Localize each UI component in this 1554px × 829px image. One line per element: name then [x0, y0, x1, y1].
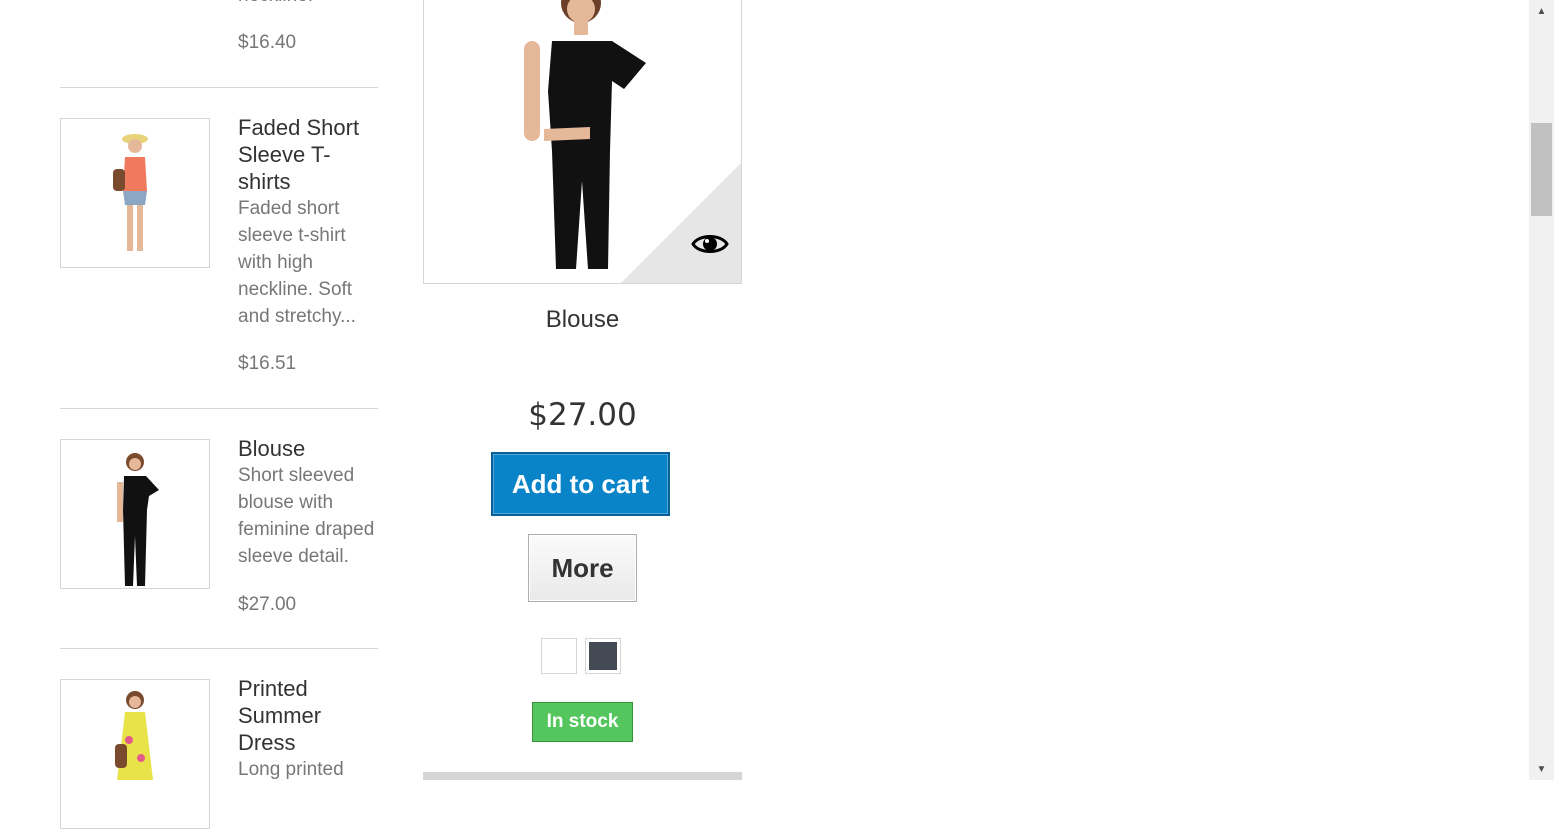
color-swatch-white[interactable]: [541, 638, 577, 674]
image-corner: [621, 163, 741, 283]
product-price: $27.00: [528, 397, 637, 433]
product-name-link[interactable]: Blouse: [238, 435, 378, 462]
scrollbar-thumb[interactable]: [1531, 123, 1552, 216]
card-bottom-bar: [423, 772, 742, 780]
more-button[interactable]: More: [528, 534, 637, 602]
swatch-fill: [545, 642, 573, 670]
product-price: $27.00: [238, 594, 297, 615]
vertical-scrollbar[interactable]: ▲ ▼: [1529, 0, 1554, 780]
divider: [60, 87, 378, 88]
product-title[interactable]: Blouse: [423, 306, 742, 334]
product-price: $16.51: [238, 353, 297, 374]
product-description: neckline.: [238, 0, 378, 9]
product-name-link[interactable]: Printed Summer Dress: [238, 675, 378, 756]
product-name-link[interactable]: Faded Short Sleeve T-shirts: [238, 114, 378, 195]
product-price: $16.40: [238, 32, 297, 53]
stock-badge: In stock: [532, 702, 633, 742]
color-swatch-dark[interactable]: [585, 638, 621, 674]
swatch-fill: [589, 642, 617, 670]
product-thumbnail[interactable]: [60, 679, 210, 829]
product-thumbnail[interactable]: [60, 439, 210, 589]
divider: [60, 648, 378, 649]
product-thumbnail[interactable]: [60, 118, 210, 268]
divider: [60, 408, 378, 409]
add-to-cart-button[interactable]: Add to cart: [491, 452, 670, 516]
scroll-up-arrow-icon[interactable]: ▲: [1529, 0, 1554, 22]
product-description: Faded short sleeve t-shirt with high nec…: [238, 198, 356, 327]
product-image[interactable]: [423, 0, 742, 284]
product-description: Short sleeved blouse with feminine drape…: [238, 465, 375, 567]
scroll-down-arrow-icon[interactable]: ▼: [1529, 758, 1554, 780]
product-description: Long printed: [238, 759, 344, 780]
eye-icon[interactable]: [691, 231, 729, 257]
